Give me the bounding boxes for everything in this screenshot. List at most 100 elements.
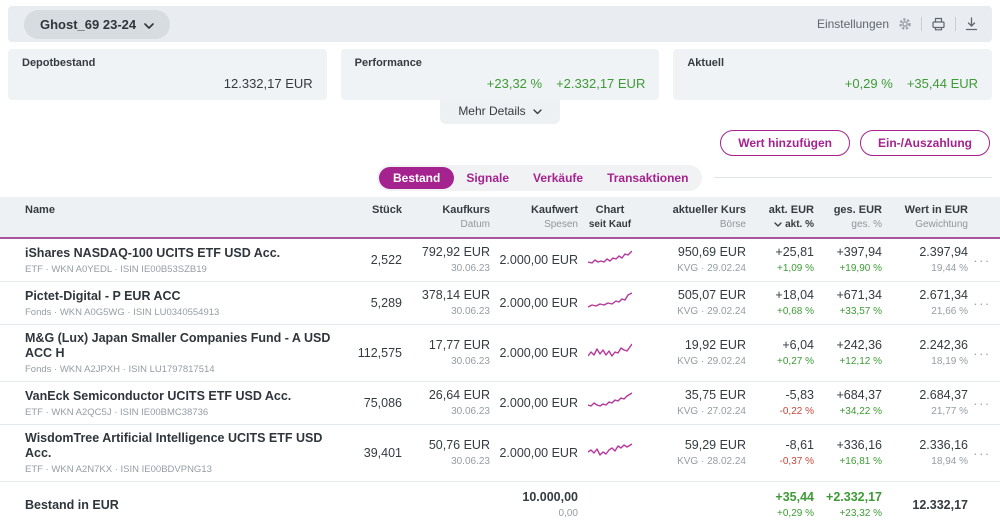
gewichtung-value: 21,66 % bbox=[882, 306, 968, 318]
akt-pct-value: +0,27 % bbox=[746, 356, 814, 368]
settings-label[interactable]: Einstellungen bbox=[817, 17, 889, 31]
col-header-name[interactable]: Name bbox=[25, 204, 340, 217]
akt-pct-value: -0,22 % bbox=[746, 406, 814, 418]
row-menu-icon[interactable]: ··· bbox=[968, 253, 996, 268]
tab-verkaeufe[interactable]: Verkäufe bbox=[521, 167, 595, 189]
instrument-link[interactable]: VanEck Semiconductor UCITS ETF USD Acc. bbox=[25, 389, 340, 404]
akt-kurs-value: 59,29 EUR bbox=[642, 438, 746, 453]
datum-value: 30.06.23 bbox=[402, 263, 490, 275]
gear-icon[interactable] bbox=[898, 17, 912, 31]
ges-pct-value: +12,12 % bbox=[814, 356, 882, 368]
ges-eur-value: +671,34 bbox=[814, 288, 882, 303]
action-buttons: Wert hinzufügen Ein-/Auszahlung bbox=[0, 124, 1000, 156]
stueck-value: 5,289 bbox=[340, 296, 402, 311]
kaufwert-value: 2.000,00 EUR bbox=[490, 346, 578, 361]
sparkline-chart[interactable] bbox=[578, 342, 642, 365]
kaufkurs-value: 26,64 EUR bbox=[402, 388, 490, 403]
stueck-value: 112,575 bbox=[340, 346, 402, 361]
payment-button[interactable]: Ein-/Auszahlung bbox=[860, 130, 990, 156]
akt-eur-value: +6,04 bbox=[746, 338, 814, 353]
boerse-value: KVG · 29.02.24 bbox=[642, 306, 746, 318]
col-header-kaufwert[interactable]: Kaufwert Spesen bbox=[490, 204, 578, 231]
card-label: Aktuell bbox=[687, 57, 978, 69]
card-label: Depotbestand bbox=[22, 57, 313, 69]
col-header-akt-eur[interactable]: akt. EUR akt. % bbox=[746, 204, 814, 231]
akt-pct-value: +1,09 % bbox=[746, 263, 814, 275]
sparkline-chart[interactable] bbox=[578, 292, 642, 315]
kaufkurs-value: 378,14 EUR bbox=[402, 288, 490, 303]
card-depotbestand: Depotbestand 12.332,17 EUR bbox=[8, 49, 327, 100]
row-menu-icon[interactable]: ··· bbox=[968, 346, 996, 361]
boerse-value: KVG · 28.02.24 bbox=[642, 456, 746, 468]
gewichtung-value: 19,44 % bbox=[882, 263, 968, 275]
performance-value: +2.332,17 EUR bbox=[556, 76, 645, 91]
table-row: iShares NASDAQ-100 UCITS ETF USD Acc. ET… bbox=[0, 239, 1000, 282]
instrument-detail: ETF · WKN A0YEDL · ISIN IE00B53SZB19 bbox=[25, 264, 340, 275]
wert-value: 2.397,94 bbox=[882, 245, 968, 260]
kaufwert-value: 2.000,00 EUR bbox=[490, 446, 578, 461]
total-ges-eur: +2.332,17 bbox=[814, 490, 882, 505]
col-header-stueck[interactable]: Stück bbox=[340, 204, 402, 217]
print-icon[interactable] bbox=[931, 17, 946, 31]
col-header-wert[interactable]: Wert in EUR Gewichtung bbox=[882, 204, 968, 231]
download-icon[interactable] bbox=[965, 17, 978, 31]
table-row: WisdomTree Artificial Intelligence UCITS… bbox=[0, 425, 1000, 482]
totals-row-bestand: Bestand in EUR 10.000,000,00 +35,44+0,29… bbox=[0, 482, 1000, 527]
akt-pct-value: +0,68 % bbox=[746, 306, 814, 318]
total-ges-pct: +23,32 % bbox=[814, 508, 882, 520]
wert-value: 2.684,37 bbox=[882, 388, 968, 403]
chevron-down-icon bbox=[144, 17, 154, 32]
akt-kurs-value: 19,92 EUR bbox=[642, 338, 746, 353]
instrument-detail: ETF · WKN A2QC5J · ISIN IE00BMC38736 bbox=[25, 407, 340, 418]
kaufkurs-value: 792,92 EUR bbox=[402, 245, 490, 260]
total-spesen: 0,00 bbox=[490, 508, 578, 520]
akt-pct-value: -0,37 % bbox=[746, 456, 814, 468]
ges-eur-value: +336,16 bbox=[814, 438, 882, 453]
sparkline-chart[interactable] bbox=[578, 442, 642, 465]
divider bbox=[714, 177, 992, 178]
ges-pct-value: +34,22 % bbox=[814, 406, 882, 418]
sparkline-chart[interactable] bbox=[578, 392, 642, 415]
total-wert: 12.332,17 bbox=[882, 498, 968, 513]
summary-cards: Depotbestand 12.332,17 EUR Performance +… bbox=[8, 49, 992, 100]
gewichtung-value: 18,19 % bbox=[882, 356, 968, 368]
ges-eur-value: +684,37 bbox=[814, 388, 882, 403]
row-menu-icon[interactable]: ··· bbox=[968, 396, 996, 411]
totals-label: Bestand in EUR bbox=[25, 498, 340, 512]
tabs-row: Bestand Signale Verkäufe Transaktionen bbox=[0, 165, 992, 190]
instrument-detail: Fonds · WKN A2JPXH · ISIN LU1797817514 bbox=[25, 364, 340, 375]
row-menu-icon[interactable]: ··· bbox=[968, 296, 996, 311]
gewichtung-value: 21,77 % bbox=[882, 406, 968, 418]
instrument-link[interactable]: iShares NASDAQ-100 UCITS ETF USD Acc. bbox=[25, 246, 340, 261]
tab-signale[interactable]: Signale bbox=[454, 167, 521, 189]
add-value-button[interactable]: Wert hinzufügen bbox=[720, 130, 850, 156]
col-header-ges-eur[interactable]: ges. EUR ges. % bbox=[814, 204, 882, 231]
total-kaufwert: 10.000,00 bbox=[490, 490, 578, 505]
ges-pct-value: +19,90 % bbox=[814, 263, 882, 275]
akt-kurs-value: 505,07 EUR bbox=[642, 288, 746, 303]
card-label: Performance bbox=[355, 57, 646, 69]
performance-pct: +23,32 % bbox=[487, 76, 542, 91]
instrument-link[interactable]: WisdomTree Artificial Intelligence UCITS… bbox=[25, 431, 340, 461]
col-header-kaufkurs[interactable]: Kaufkurs Datum bbox=[402, 204, 490, 231]
stueck-value: 2,522 bbox=[340, 253, 402, 268]
total-akt-eur: +35,44 bbox=[746, 490, 814, 505]
instrument-link[interactable]: Pictet-Digital - P EUR ACC bbox=[25, 289, 340, 304]
sparkline-chart[interactable] bbox=[578, 249, 642, 272]
aktuell-value: +35,44 EUR bbox=[907, 76, 978, 91]
col-header-akt-kurs[interactable]: aktueller Kurs Börse bbox=[642, 204, 746, 231]
wert-value: 2.336,16 bbox=[882, 438, 968, 453]
tab-bestand[interactable]: Bestand bbox=[379, 167, 454, 189]
akt-eur-value: +25,81 bbox=[746, 245, 814, 260]
table-row: M&G (Lux) Japan Smaller Companies Fund -… bbox=[0, 325, 1000, 382]
instrument-link[interactable]: M&G (Lux) Japan Smaller Companies Fund -… bbox=[25, 331, 340, 361]
table-row: VanEck Semiconductor UCITS ETF USD Acc. … bbox=[0, 382, 1000, 425]
gewichtung-value: 18,94 % bbox=[882, 456, 968, 468]
row-menu-icon[interactable]: ··· bbox=[968, 446, 996, 461]
col-header-chart[interactable]: Chart seit Kauf bbox=[578, 204, 642, 231]
more-details-button[interactable]: Mehr Details bbox=[440, 100, 560, 124]
ges-pct-value: +33,57 % bbox=[814, 306, 882, 318]
portfolio-selector[interactable]: Ghost_69 23-24 bbox=[24, 10, 170, 39]
aktuell-pct: +0,29 % bbox=[845, 76, 893, 91]
tab-transaktionen[interactable]: Transaktionen bbox=[595, 167, 700, 189]
